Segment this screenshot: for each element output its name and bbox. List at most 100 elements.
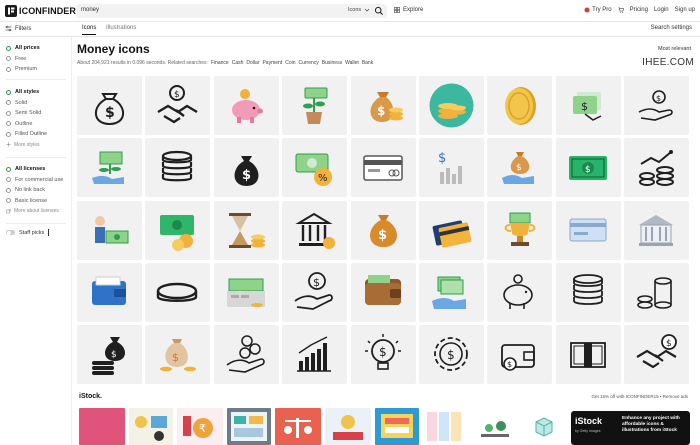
icon-result-card[interactable]: $	[624, 76, 690, 135]
ad-image[interactable]	[375, 408, 419, 445]
svg-text:$: $	[105, 105, 115, 121]
more-licenses-link[interactable]: More about licenses	[6, 206, 63, 216]
icon-result-card[interactable]: $	[624, 325, 690, 385]
icon-result-card[interactable]: $	[213, 138, 279, 198]
signup-link[interactable]: Sign up	[675, 7, 695, 13]
icon-result-card[interactable]	[419, 262, 484, 322]
related-search-link[interactable]: Payment	[262, 60, 282, 66]
related-search-link[interactable]: Business	[322, 60, 342, 66]
icon-result-card[interactable]	[213, 200, 279, 260]
filter-option-solid[interactable]: Solid	[6, 98, 47, 109]
icon-result-card[interactable]: $	[145, 76, 211, 135]
ad-image[interactable]	[423, 408, 469, 445]
explore-link[interactable]: Explore	[394, 7, 423, 13]
search-scope-select[interactable]: Icons	[348, 7, 361, 13]
icon-result-card[interactable]	[282, 325, 348, 385]
icon-result-card[interactable]	[487, 262, 553, 322]
icon-result-card[interactable]: $	[145, 325, 211, 385]
icon-result-card[interactable]: $	[282, 262, 348, 322]
more-styles-link[interactable]: More styles	[6, 140, 47, 150]
ad-image[interactable]	[521, 408, 567, 445]
icon-result-card[interactable]	[624, 262, 690, 322]
filter-option-semi-solid[interactable]: Semi Solid	[6, 108, 47, 119]
icon-result-card[interactable]	[145, 138, 211, 198]
icon-result-card[interactable]: $	[350, 200, 416, 260]
icon-result-card[interactable]: $	[487, 138, 553, 198]
icon-result-card[interactable]	[350, 138, 416, 198]
filter-option-free[interactable]: Free	[6, 54, 40, 65]
toggle-switch[interactable]	[6, 230, 15, 235]
search-input[interactable]: money	[81, 7, 99, 13]
icon-result-card[interactable]: $	[555, 138, 621, 198]
filters-toggle[interactable]: Filters	[5, 25, 31, 32]
related-search-link[interactable]: Coin	[285, 60, 295, 66]
icon-result-card[interactable]	[77, 138, 142, 198]
icon-result-card[interactable]	[282, 76, 348, 135]
filter-option-premium[interactable]: Premium	[6, 64, 40, 75]
icon-result-card[interactable]	[213, 325, 279, 385]
icon-result-card[interactable]	[213, 262, 279, 322]
login-link[interactable]: Login	[654, 7, 669, 13]
icon-result-card[interactable]	[419, 76, 484, 135]
chevron-down-icon[interactable]	[364, 6, 370, 14]
banknote-icon: $	[568, 156, 607, 181]
related-search-link[interactable]: Finance	[211, 60, 229, 66]
pricing-link[interactable]: Pricing	[630, 7, 648, 13]
filter-option-all-licenses[interactable]: All licenses	[6, 164, 63, 175]
related-search-link[interactable]: Wallet	[345, 60, 359, 66]
filter-option-outline[interactable]: Outline	[6, 119, 47, 130]
staff-picks-toggle[interactable]: Staff picks	[6, 229, 50, 236]
filter-option-filled-outline[interactable]: Filled Outline	[6, 129, 47, 140]
ad-promo-text[interactable]: Get 15% off with ICONFINDER15 • Remove a…	[591, 394, 688, 399]
icon-result-card[interactable]	[350, 262, 416, 322]
ad-image[interactable]	[227, 408, 271, 445]
logo[interactable]: ICONFINDER	[5, 5, 76, 17]
ad-image[interactable]	[275, 408, 321, 445]
istock-promo-card[interactable]: iStock by Getty Images Enhance any proje…	[571, 411, 690, 445]
icon-result-card[interactable]: $	[350, 325, 416, 385]
search-icon[interactable]	[374, 6, 384, 16]
icon-result-card[interactable]	[77, 200, 142, 260]
icon-result-card[interactable]	[419, 200, 484, 260]
filter-option-all-styles[interactable]: All styles	[6, 87, 47, 98]
sort-select[interactable]: Most relevant	[658, 46, 691, 52]
icon-result-card[interactable]: $	[77, 325, 142, 385]
icon-result-card[interactable]	[77, 262, 142, 322]
ad-image[interactable]	[129, 408, 173, 445]
icon-result-card[interactable]	[555, 325, 621, 385]
filter-option-all-prices[interactable]: All prices	[6, 43, 40, 54]
try-pro-link[interactable]: Try Pro	[584, 7, 612, 13]
icon-result-card[interactable]	[555, 262, 621, 322]
search-settings-link[interactable]: Search settings	[651, 25, 692, 31]
related-search-link[interactable]: Cash	[232, 60, 244, 66]
ad-image[interactable]	[79, 408, 125, 445]
icon-result-card[interactable]: %	[282, 138, 348, 198]
icon-result-card[interactable]: $	[555, 76, 621, 135]
ad-image[interactable]	[473, 408, 517, 445]
ad-image[interactable]: ₹	[177, 408, 223, 445]
tab-illustrations[interactable]: Illustrations	[106, 25, 136, 31]
ad-image[interactable]	[325, 408, 371, 445]
icon-result-card[interactable]	[213, 76, 279, 135]
icon-result-card[interactable]	[145, 200, 211, 260]
icon-result-card[interactable]	[624, 200, 690, 260]
cart-icon[interactable]	[617, 7, 624, 13]
icon-result-card[interactable]	[282, 200, 348, 260]
icon-result-card[interactable]	[145, 262, 211, 322]
icon-result-card[interactable]	[555, 200, 621, 260]
icon-result-card[interactable]: $	[487, 325, 553, 385]
filter-option-no-link-back[interactable]: No link back	[6, 185, 63, 196]
icon-result-card[interactable]	[487, 76, 553, 135]
icon-result-card[interactable]: $	[350, 76, 416, 135]
filter-option-basic-license[interactable]: Basic license	[6, 196, 63, 207]
filter-option-commercial[interactable]: For commercial use	[6, 175, 63, 186]
icon-result-card[interactable]: $	[419, 325, 484, 385]
icon-result-card[interactable]	[624, 138, 690, 198]
related-search-link[interactable]: Dollar	[246, 60, 259, 66]
icon-result-card[interactable]: $	[419, 138, 484, 198]
tab-icons[interactable]: Icons	[82, 25, 97, 35]
related-search-link[interactable]: Bank	[362, 60, 373, 66]
icon-result-card[interactable]	[487, 200, 553, 260]
icon-result-card[interactable]: $	[77, 76, 142, 135]
related-search-link[interactable]: Currency	[299, 60, 319, 66]
